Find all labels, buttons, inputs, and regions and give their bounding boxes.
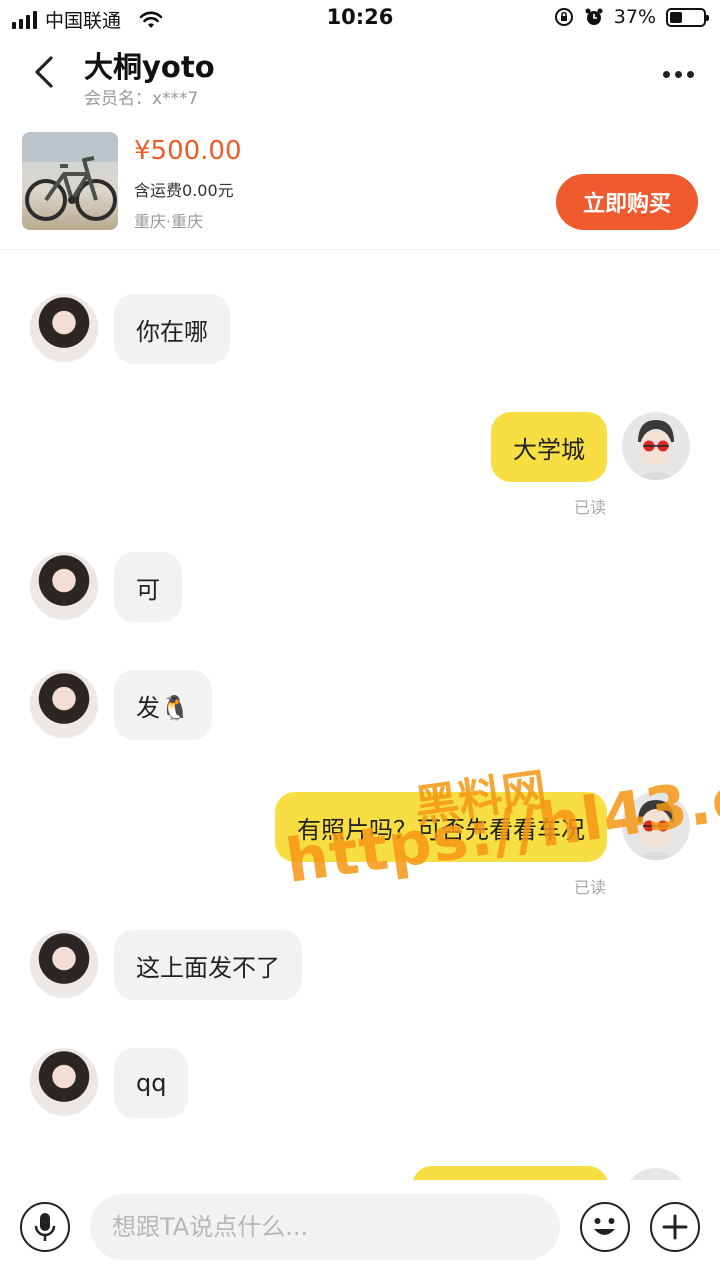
message-input[interactable]: [90, 1194, 560, 1260]
orientation-lock-icon: [554, 8, 573, 26]
product-shipping: 含运费0.00元: [134, 181, 234, 200]
more-options-button[interactable]: [656, 56, 700, 92]
product-price: ¥500.00: [134, 136, 242, 166]
product-image[interactable]: [22, 132, 118, 230]
status-bar: 中国联通 10:26 37%: [0, 0, 720, 36]
more-actions-button[interactable]: [650, 1202, 700, 1252]
signal-icon: [12, 10, 37, 29]
product-location: 重庆·重庆: [134, 212, 204, 231]
message-outgoing: [0, 250, 720, 1180]
product-card[interactable]: ¥500.00 含运费0.00元 重庆·重庆 立即购买: [0, 122, 720, 250]
voice-button[interactable]: [20, 1202, 70, 1252]
plus-icon: [662, 1214, 688, 1240]
chevron-left-icon: [35, 56, 53, 88]
message-list[interactable]: 你在哪 大学城 已读 可 发🐧 有照片吗？可否先看看车况 已读 这上面发不了 q…: [0, 250, 720, 1180]
member-name: 会员名：x***7: [84, 89, 199, 109]
battery-icon: [666, 7, 709, 27]
microphone-icon: [34, 1213, 56, 1241]
back-button[interactable]: [22, 50, 66, 94]
contact-name: 大桐yoto: [84, 50, 215, 84]
input-bar: [0, 1180, 720, 1280]
carrier-name: 中国联通: [45, 10, 122, 32]
bicycle-icon: [22, 132, 118, 221]
more-dots-icon: [662, 70, 670, 78]
emoji-button[interactable]: [580, 1202, 630, 1252]
message-bubble[interactable]: [412, 1166, 608, 1180]
chat-header: 大桐yoto 会员名：x***7: [0, 36, 720, 114]
my-avatar[interactable]: [622, 1168, 690, 1180]
alarm-icon: [585, 8, 603, 25]
buy-now-button[interactable]: 立即购买: [556, 174, 698, 230]
wifi-icon: [139, 11, 163, 28]
emoji-icon: [594, 1218, 615, 1235]
battery-percent: 37%: [613, 6, 656, 28]
